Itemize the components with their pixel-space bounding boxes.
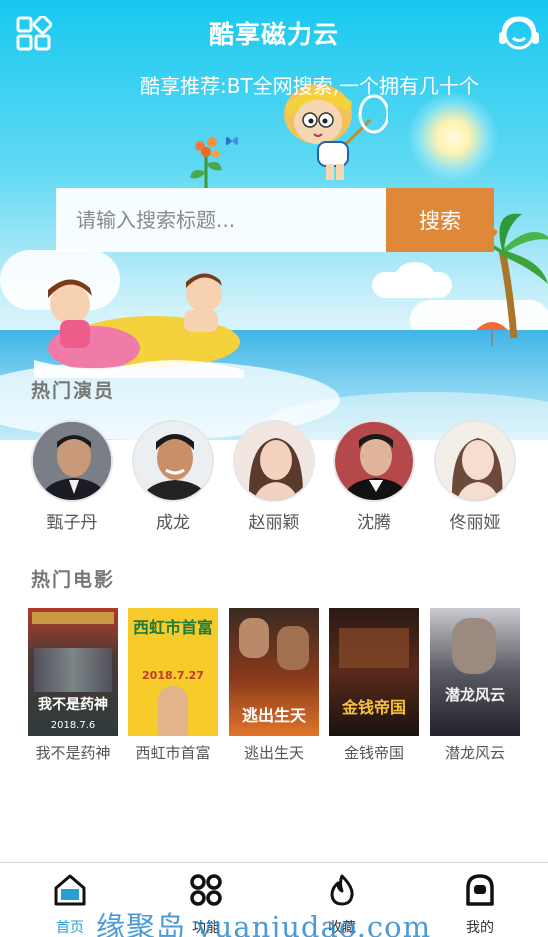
recommend-marquee[interactable]: 酷享推荐:BT全网搜索,一个拥有几十个 <box>0 66 548 102</box>
beach-umbrella-illustration <box>476 322 508 346</box>
movie-item[interactable]: 我不是药神 2018.7.6 我不是药神 <box>23 608 123 763</box>
movie-item[interactable]: 金钱帝国 金钱帝国 <box>324 608 424 763</box>
app-title: 酷享磁力云 <box>208 20 339 49</box>
actor-item[interactable]: 成龙 <box>123 420 223 533</box>
search-input[interactable] <box>56 188 386 252</box>
actor-name: 沈腾 <box>357 513 391 533</box>
movies-section-title: 热门电影 <box>31 569 116 591</box>
movie-poster: 逃出生天 <box>229 608 319 736</box>
butterfly-decoration <box>225 137 239 145</box>
movies-list: 我不是药神 2018.7.6 我不是药神 西虹市首富 2018.7.27 西虹市… <box>0 608 548 768</box>
actor-avatar <box>333 420 415 502</box>
headset-support-icon[interactable] <box>497 12 541 56</box>
sun-decoration <box>408 92 498 182</box>
movie-item[interactable]: 潜龙风云 潜龙风云 <box>425 608 525 763</box>
movie-item[interactable]: 逃出生天 逃出生天 <box>224 608 324 763</box>
tab-label: 我的 <box>466 920 494 936</box>
actor-avatar <box>233 420 315 502</box>
app-header: 酷享磁力云 <box>0 0 548 66</box>
actor-item[interactable]: 佟丽娅 <box>425 420 525 533</box>
poster-title: 潜龙风云 <box>444 686 505 704</box>
actor-avatar <box>132 420 214 502</box>
movie-name: 逃出生天 <box>243 744 304 762</box>
kids-float-illustration <box>34 273 244 378</box>
movie-name: 我不是药神 <box>35 744 111 762</box>
poster-title: 我不是药神 <box>38 697 108 713</box>
cloud-decoration <box>395 262 435 292</box>
movie-poster: 我不是药神 2018.7.6 <box>28 608 118 736</box>
actor-item[interactable]: 甄子丹 <box>22 420 122 533</box>
actor-item[interactable]: 赵丽颖 <box>224 420 324 533</box>
movie-poster: 西虹市首富 2018.7.27 <box>128 608 218 736</box>
poster-title: 金钱帝国 <box>341 698 406 717</box>
actors-section-title: 热门演员 <box>31 380 116 402</box>
actor-avatar <box>31 420 113 502</box>
movie-poster: 潜龙风云 <box>430 608 520 736</box>
movie-name: 潜龙风云 <box>444 744 505 762</box>
poster-title: 西虹市首富 <box>132 618 213 637</box>
tab-profile[interactable]: 我的 <box>440 873 520 937</box>
marquee-text: 酷享推荐:BT全网搜索,一个拥有几十个 <box>140 74 480 98</box>
movie-name: 金钱帝国 <box>343 744 404 762</box>
search-bar: 搜索 <box>56 188 494 252</box>
actor-name: 成龙 <box>156 513 190 533</box>
search-button[interactable]: 搜索 <box>386 188 494 252</box>
user-icon <box>466 874 494 906</box>
apps-icon <box>190 874 222 906</box>
home-icon <box>54 874 86 906</box>
actor-item[interactable]: 沈腾 <box>324 420 424 533</box>
flower-decoration <box>190 137 222 188</box>
watermark-text: 缘聚岛 yuanjudao.com <box>96 910 432 937</box>
movie-name: 西虹市首富 <box>135 744 211 762</box>
poster-date: 2018.7.27 <box>142 669 204 682</box>
movie-item[interactable]: 西虹市首富 2018.7.27 西虹市首富 <box>123 608 223 763</box>
movie-poster: 金钱帝国 <box>329 608 419 736</box>
poster-date: 2018.7.6 <box>50 720 96 731</box>
actor-name: 佟丽娅 <box>449 513 501 533</box>
actor-name: 赵丽颖 <box>248 513 300 533</box>
actor-avatar <box>434 420 516 502</box>
flame-icon <box>330 874 354 906</box>
actor-name: 甄子丹 <box>46 513 98 533</box>
poster-title: 逃出生天 <box>241 706 306 725</box>
actors-list: 甄子丹 成龙 赵丽颖 沈腾 佟丽娅 <box>0 420 548 535</box>
